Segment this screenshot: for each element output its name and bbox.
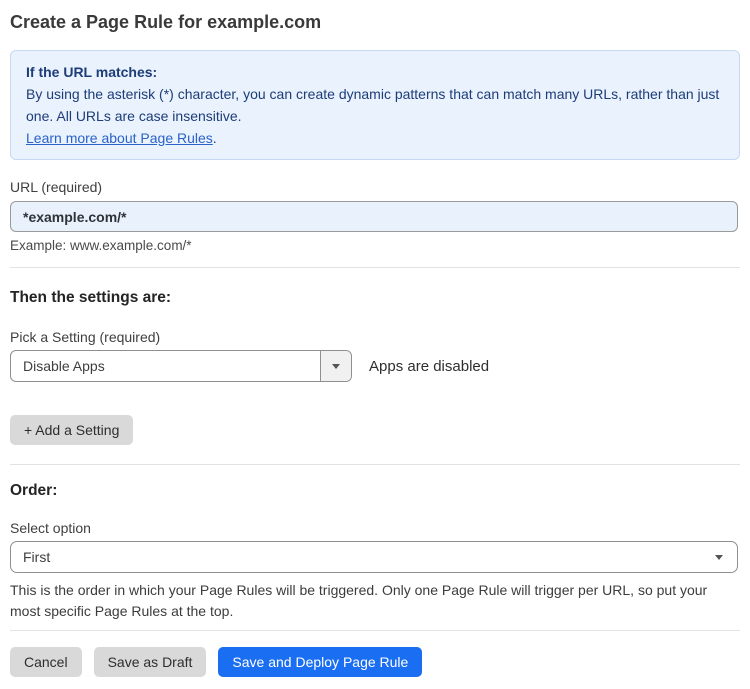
order-select[interactable]: First: [10, 541, 738, 573]
add-setting-button[interactable]: + Add a Setting: [10, 415, 134, 445]
info-box-body: By using the asterisk (*) character, you…: [26, 86, 720, 124]
divider: [10, 630, 740, 631]
order-select-value: First: [23, 549, 51, 565]
select-option-label: Select option: [10, 520, 91, 536]
action-buttons: Cancel Save as Draft Save and Deploy Pag…: [10, 647, 740, 677]
divider: [10, 464, 740, 465]
caret-down-icon: [332, 363, 340, 369]
caret-down-icon: [715, 554, 723, 560]
info-box-heading: If the URL matches:: [26, 64, 158, 80]
setting-select[interactable]: Disable Apps: [10, 350, 352, 382]
save-draft-button[interactable]: Save as Draft: [93, 647, 207, 677]
setting-select-value: Disable Apps: [23, 358, 105, 374]
setting-status-text: Apps are disabled: [369, 357, 490, 375]
url-helper: Example: www.example.com/*: [10, 238, 192, 253]
save-deploy-button[interactable]: Save and Deploy Page Rule: [218, 647, 423, 677]
page-title: Create a Page Rule for example.com: [10, 12, 322, 32]
settings-heading: Then the settings are:: [10, 289, 172, 306]
pick-setting-label: Pick a Setting (required): [10, 329, 161, 345]
setting-row: Disable Apps Apps are disabled: [10, 350, 740, 382]
order-helper: This is the order in which your Page Rul…: [10, 582, 708, 619]
url-input[interactable]: [10, 201, 738, 232]
page-rule-form: Create a Page Rule for example.com If th…: [10, 10, 740, 677]
info-box-link-line: Learn more about Page Rules.: [26, 127, 724, 149]
link-period: .: [212, 130, 217, 146]
setting-select-caret-button[interactable]: [320, 351, 351, 381]
learn-more-link[interactable]: Learn more about Page Rules: [26, 130, 213, 146]
url-match-info-box: If the URL matches: By using the asteris…: [10, 50, 740, 160]
url-label: URL (required): [10, 179, 103, 195]
divider: [10, 267, 740, 268]
cancel-button[interactable]: Cancel: [10, 647, 82, 677]
order-heading: Order:: [10, 482, 58, 499]
